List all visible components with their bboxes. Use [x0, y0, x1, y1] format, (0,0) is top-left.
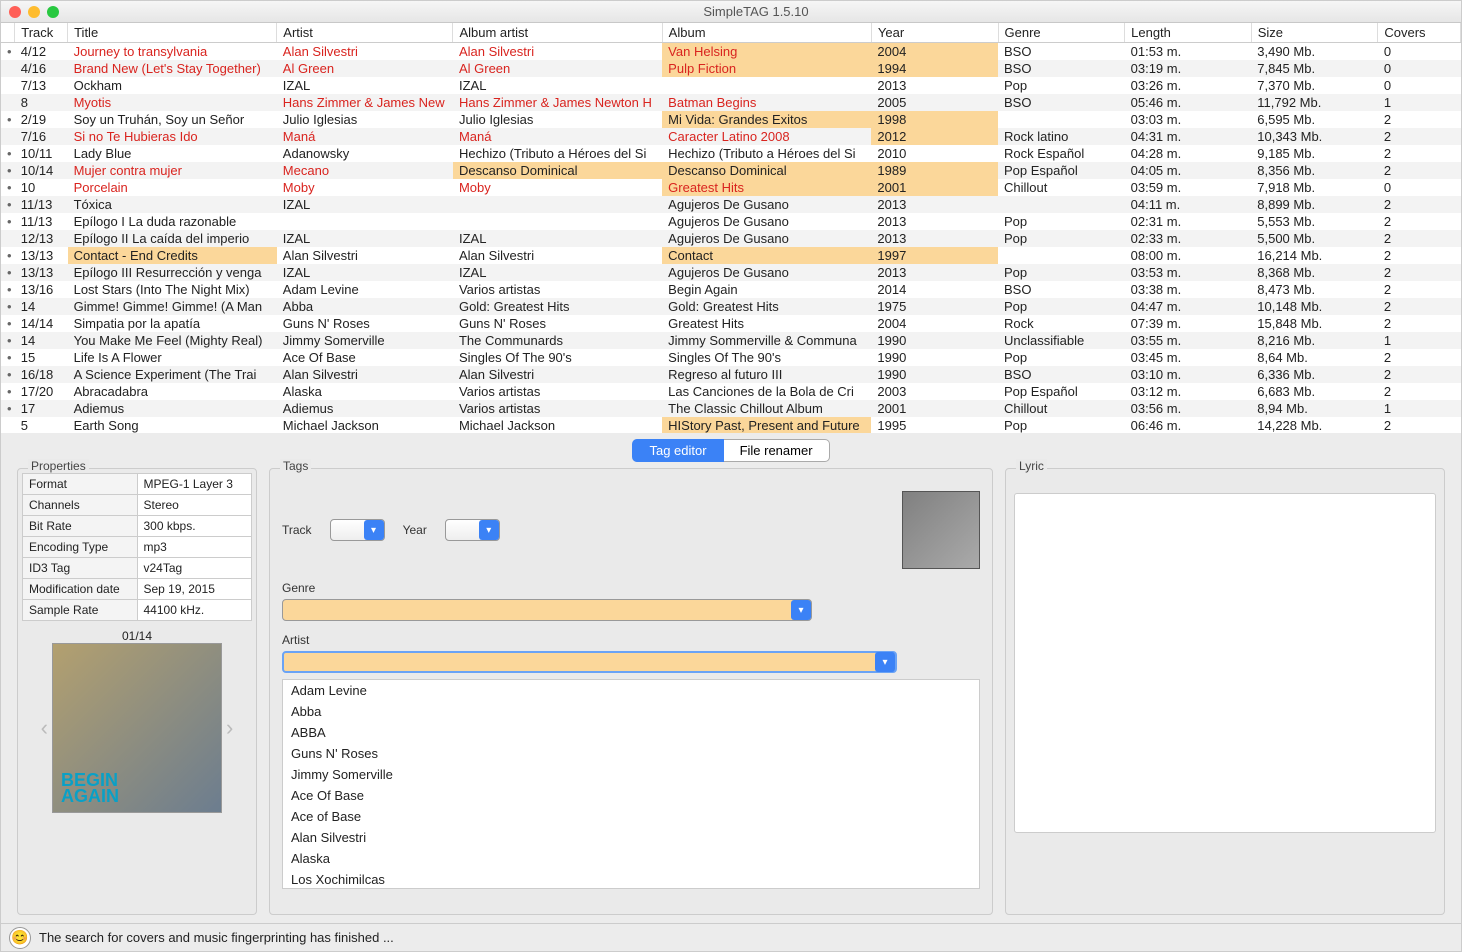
column-header[interactable]: Length	[1125, 23, 1252, 43]
column-header[interactable]: Album artist	[453, 23, 662, 43]
lyric-textarea[interactable]	[1014, 493, 1436, 833]
genre-select[interactable]: ▾	[282, 599, 812, 621]
column-header[interactable]: Artist	[277, 23, 453, 43]
window-title: SimpleTAG 1.5.10	[59, 4, 1453, 19]
dropdown-option[interactable]: Alan Silvestri	[283, 827, 979, 848]
dropdown-option[interactable]: Adam Levine	[283, 680, 979, 701]
properties-title: Properties	[28, 459, 89, 473]
dropdown-option[interactable]: Ace Of Base	[283, 785, 979, 806]
year-label: Year	[403, 523, 427, 537]
tags-panel: Tags Track ▾ Year ▾ Genre ▾ Artist ▾ Ada…	[269, 468, 993, 915]
dropdown-option[interactable]: Guns N' Roses	[283, 743, 979, 764]
lyric-title: Lyric	[1016, 459, 1047, 473]
table-row[interactable]: •17AdiemusAdiemusVarios artistasThe Clas…	[1, 400, 1461, 417]
dropdown-option[interactable]: ABBA	[283, 722, 979, 743]
table-row[interactable]: 8MyotisHans Zimmer & James NewHans Zimme…	[1, 94, 1461, 111]
table-row[interactable]: •4/12Journey to transylvaniaAlan Silvest…	[1, 43, 1461, 61]
column-header[interactable]: Year	[871, 23, 998, 43]
table-row[interactable]: •13/13Contact - End CreditsAlan Silvestr…	[1, 247, 1461, 264]
dropdown-option[interactable]: Abba	[283, 701, 979, 722]
zoom-icon[interactable]	[47, 6, 59, 18]
track-table[interactable]: TrackTitleArtistAlbum artistAlbumYearGen…	[1, 23, 1461, 433]
lyric-panel: Lyric	[1005, 468, 1445, 915]
dropdown-option[interactable]: Los Xochimilcas	[283, 869, 979, 889]
column-header[interactable]: Covers	[1378, 23, 1461, 43]
dropdown-option[interactable]: Ace of Base	[283, 806, 979, 827]
titlebar: SimpleTAG 1.5.10	[1, 1, 1461, 23]
table-row[interactable]: •10/14Mujer contra mujerMecanoDescanso D…	[1, 162, 1461, 179]
dropdown-option[interactable]: Alaska	[283, 848, 979, 869]
table-row[interactable]: •14Gimme! Gimme! Gimme! (A ManAbbaGold: …	[1, 298, 1461, 315]
chevron-right-icon[interactable]: ›	[226, 715, 233, 741]
artist-select[interactable]: ▾	[282, 651, 897, 673]
table-row[interactable]: 7/13OckhamIZALIZAL2013Pop03:26 m.7,370 M…	[1, 77, 1461, 94]
dropdown-option[interactable]: Jimmy Somerville	[283, 764, 979, 785]
column-header[interactable]: Title	[68, 23, 277, 43]
close-icon[interactable]	[9, 6, 21, 18]
column-header[interactable]: Album	[662, 23, 871, 43]
status-icon: 😊	[9, 927, 31, 949]
column-header[interactable]: Track	[15, 23, 68, 43]
artist-dropdown[interactable]: Adam LevineAbbaABBAGuns N' RosesJimmy So…	[282, 679, 980, 889]
genre-label: Genre	[282, 581, 315, 595]
table-row[interactable]: •11/13TóxicaIZALAgujeros De Gusano201304…	[1, 196, 1461, 213]
table-row[interactable]: 12/13Epílogo II La caída del imperioIZAL…	[1, 230, 1461, 247]
track-select[interactable]: ▾	[330, 519, 385, 541]
mode-tabs: Tag editor File renamer	[1, 439, 1461, 462]
cover-image[interactable]: BEGINAGAIN	[52, 643, 222, 813]
table-row[interactable]: •2/19Soy un Truhán, Soy un SeñorJulio Ig…	[1, 111, 1461, 128]
table-row[interactable]: 7/16Si no Te Hubieras IdoManáManáCaracte…	[1, 128, 1461, 145]
minimize-icon[interactable]	[28, 6, 40, 18]
table-row[interactable]: •17/20AbracadabraAlaskaVarios artistasLa…	[1, 383, 1461, 400]
status-text: The search for covers and music fingerpr…	[39, 930, 394, 945]
properties-panel: Properties FormatMPEG-1 Layer 3ChannelsS…	[17, 468, 257, 915]
table-row[interactable]: •14/14Simpatia por la apatíaGuns N' Rose…	[1, 315, 1461, 332]
tags-title: Tags	[280, 459, 311, 473]
table-row[interactable]: •13/16Lost Stars (Into The Night Mix)Ada…	[1, 281, 1461, 298]
chevron-left-icon[interactable]: ‹	[41, 715, 48, 741]
table-row[interactable]: •13/13Epílogo III Resurrección y vengaIZ…	[1, 264, 1461, 281]
table-row[interactable]: •14You Make Me Feel (Mighty Real)Jimmy S…	[1, 332, 1461, 349]
table-row[interactable]: 4/16Brand New (Let's Stay Together)Al Gr…	[1, 60, 1461, 77]
column-header[interactable]	[1, 23, 15, 43]
cover-counter: 01/14	[22, 629, 252, 643]
table-row[interactable]: •11/13Epílogo I La duda razonableAgujero…	[1, 213, 1461, 230]
tab-tag-editor[interactable]: Tag editor	[632, 439, 723, 462]
column-header[interactable]: Genre	[998, 23, 1125, 43]
table-row[interactable]: •10/11Lady BlueAdanowskyHechizo (Tributo…	[1, 145, 1461, 162]
table-row[interactable]: •15Life Is A FlowerAce Of BaseSingles Of…	[1, 349, 1461, 366]
tab-file-renamer[interactable]: File renamer	[724, 439, 830, 462]
table-row[interactable]: •10PorcelainMobyMobyGreatest Hits2001Chi…	[1, 179, 1461, 196]
track-label: Track	[282, 523, 312, 537]
year-select[interactable]: ▾	[445, 519, 500, 541]
artist-label: Artist	[282, 633, 309, 647]
album-art-thumb[interactable]	[902, 491, 980, 569]
table-row[interactable]: •16/18A Science Experiment (The TraiAlan…	[1, 366, 1461, 383]
column-header[interactable]: Size	[1251, 23, 1378, 43]
status-bar: 😊 The search for covers and music finger…	[1, 923, 1461, 951]
table-row[interactable]: 5Earth SongMichael JacksonMichael Jackso…	[1, 417, 1461, 433]
